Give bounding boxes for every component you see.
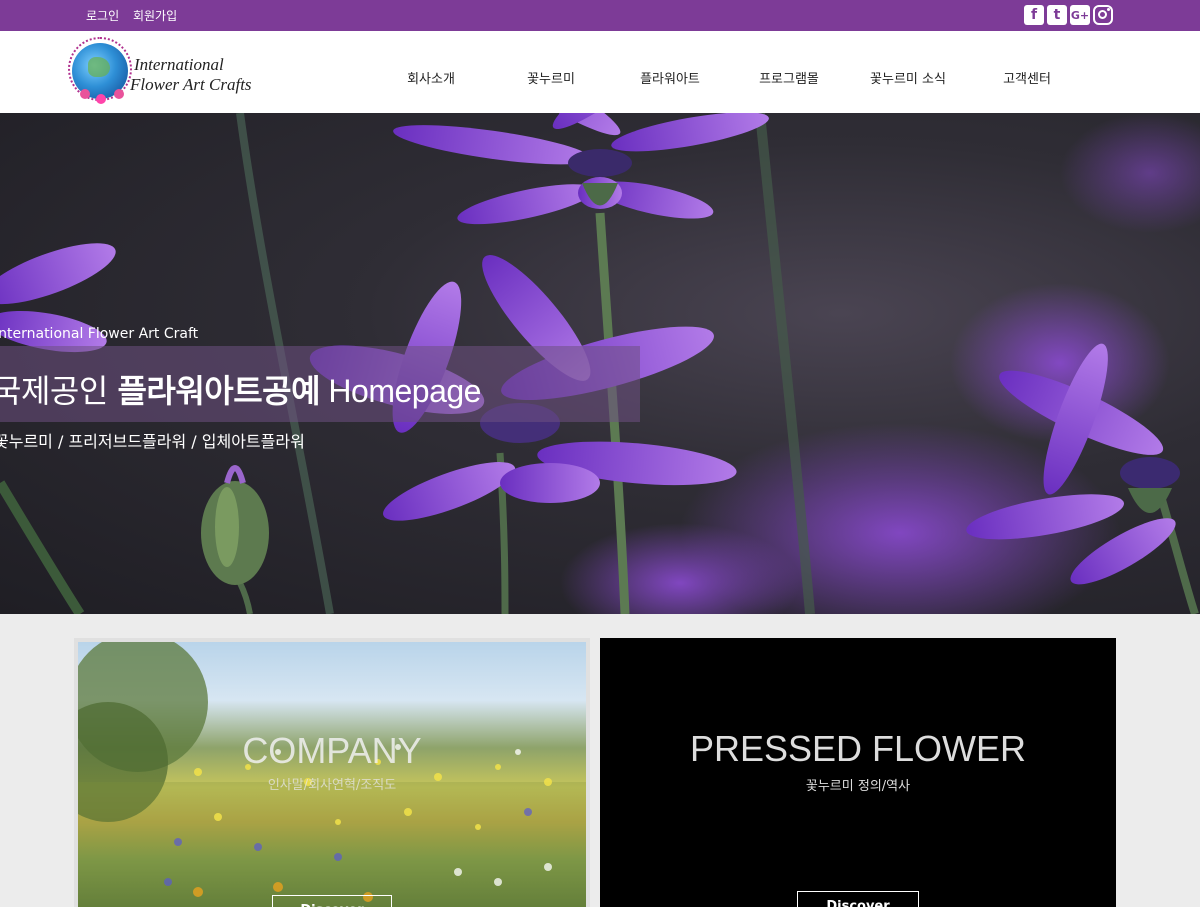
flower-icon — [80, 89, 90, 99]
hero-small-caption: International Flower Art Craft — [0, 326, 199, 342]
social-links: f t G+ — [1024, 5, 1113, 25]
company-card[interactable]: COMPANY 인사말/회사연혁/조직도 Discover — [74, 638, 590, 907]
company-card-title: COMPANY — [242, 730, 422, 771]
pressed-flower-card-title: PRESSED FLOWER — [689, 728, 1027, 769]
pressed-flower-card[interactable]: PRESSED FLOWER 꽃누르미 정의/역사 Discover — [600, 638, 1116, 907]
hero-sub-caption: 꽃누르미 / 프리저브드플라워 / 입체아트플라워 — [0, 432, 305, 451]
auth-links: 로그인 회원가입 — [86, 7, 187, 24]
login-link[interactable]: 로그인 — [86, 9, 119, 23]
pressed-flower-discover-button[interactable]: Discover — [797, 891, 919, 907]
facebook-icon[interactable]: f — [1024, 5, 1044, 25]
hero-main-prefix: 국제공인 — [0, 372, 118, 410]
company-discover-button[interactable]: Discover — [272, 895, 392, 907]
flower-icon — [114, 89, 124, 99]
site-header: International Flower Art Crafts 회사소개 꽃누르… — [0, 31, 1200, 113]
hero-main-english: Homepage — [320, 373, 481, 409]
flower-icon — [96, 94, 106, 104]
nav-item-company[interactable]: 회사소개 — [407, 68, 455, 87]
company-card-subtitle: 인사말/회사연혁/조직도 — [267, 778, 397, 793]
nav-item-news[interactable]: 꽃누르미 소식 — [870, 68, 946, 87]
pressed-flower-card-subtitle: 꽃누르미 정의/역사 — [805, 779, 911, 794]
logo-text: International Flower Art Crafts — [130, 55, 252, 95]
hero-banner: International Flower Art Craft 국제공인 플라워아… — [0, 113, 1200, 614]
nav-item-pressed-flower[interactable]: 꽃누르미 — [527, 68, 575, 87]
nav-item-flower-art[interactable]: 플라워아트 — [640, 68, 700, 87]
signup-link[interactable]: 회원가입 — [133, 9, 177, 23]
nav-item-program-mall[interactable]: 프로그램몰 — [759, 68, 819, 87]
google-plus-icon[interactable]: G+ — [1070, 5, 1090, 25]
logo-line-2: Flower Art Crafts — [130, 75, 252, 94]
logo-line-1: International — [134, 55, 224, 74]
top-bar: 로그인 회원가입 f t G+ — [0, 0, 1200, 31]
hero-main-caption: 국제공인 플라워아트공예 Homepage — [0, 366, 481, 412]
hero-main-bold: 플라워아트공예 — [117, 372, 321, 410]
nav-item-customer-center[interactable]: 고객센터 — [1003, 68, 1051, 87]
instagram-icon[interactable] — [1093, 5, 1113, 25]
twitter-icon[interactable]: t — [1047, 5, 1067, 25]
site-logo[interactable]: International Flower Art Crafts — [68, 37, 270, 105]
